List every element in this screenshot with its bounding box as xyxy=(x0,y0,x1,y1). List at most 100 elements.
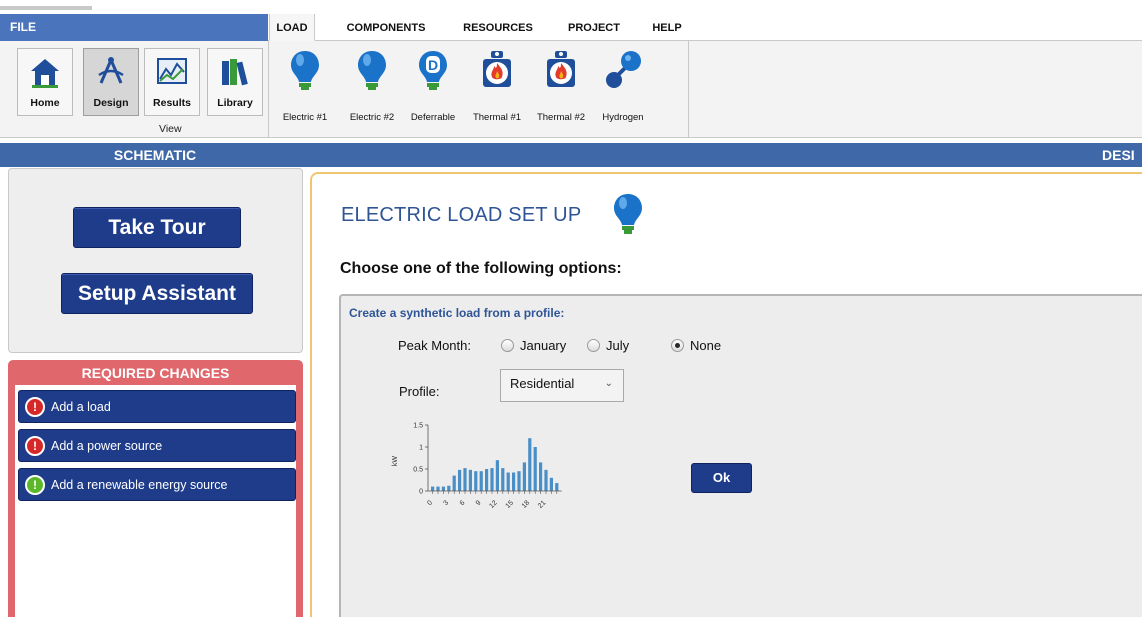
chart-bar xyxy=(501,468,505,491)
chart-bar xyxy=(544,469,548,491)
electric-1-label: Electric #1 xyxy=(282,112,328,123)
design-button[interactable]: Design xyxy=(83,48,139,116)
profile-dropdown[interactable]: Residential ⌄ xyxy=(500,369,624,402)
required-changes-panel: REQUIRED CHANGES ! Add a load ! Add a po… xyxy=(8,360,303,617)
thermal-1-button[interactable]: Thermal #1 xyxy=(467,43,527,133)
home-icon xyxy=(31,59,59,88)
electric-1-button[interactable]: Electric #1 xyxy=(277,43,333,133)
lightbulb-icon xyxy=(291,51,319,90)
chart-x-tick-label: 21 xyxy=(537,499,548,510)
chart-bar xyxy=(549,477,553,491)
page-title: ELECTRIC LOAD SET UP xyxy=(341,204,582,226)
design-title: DESI xyxy=(1102,147,1135,163)
peak-month-july-radio[interactable]: July xyxy=(587,338,629,353)
section-header-bar: SCHEMATIC DESI xyxy=(0,143,1142,167)
library-button[interactable]: Library xyxy=(207,48,263,116)
chart-bar xyxy=(539,462,543,491)
chart-x-tick-label: 15 xyxy=(505,499,516,510)
radio-label: July xyxy=(606,338,630,353)
load-profile-chart: 0 0.5 1 1.5 kW 0 3 6 9 12 15 18 21 xyxy=(392,423,562,510)
deferrable-bulb-icon: D xyxy=(419,51,447,90)
chart-x-tick-label: 18 xyxy=(521,499,532,510)
chart-bar xyxy=(458,469,462,491)
chart-bar xyxy=(468,469,472,491)
menu-tab-bar: FILE LOAD COMPONENTS RESOURCES PROJECT H… xyxy=(0,14,1142,41)
chart-y-tick-label: 0 xyxy=(419,489,423,496)
chart-y-axis-label: kW xyxy=(392,456,399,467)
svg-text:D: D xyxy=(428,57,438,73)
tab-components[interactable]: COMPONENTS xyxy=(340,14,432,41)
synthetic-load-box: Create a synthetic load from a profile: … xyxy=(339,294,1142,617)
hydrogen-button[interactable]: Hydrogen xyxy=(595,43,651,133)
options-subtitle: Choose one of the following options: xyxy=(340,260,622,277)
required-change-label: Add a renewable energy source xyxy=(51,478,228,492)
error-alert-icon: ! xyxy=(25,436,45,456)
radio-button-icon xyxy=(587,339,600,352)
design-button-label: Design xyxy=(93,97,129,109)
required-change-label: Add a load xyxy=(51,400,111,414)
chart-x-tick-label: 0 xyxy=(426,499,434,507)
home-button-label: Home xyxy=(30,97,60,109)
chart-bar xyxy=(485,469,489,491)
thermal-flame-icon xyxy=(547,51,575,87)
chart-y-tick-label: 0.5 xyxy=(413,467,423,474)
chart-bar xyxy=(517,471,521,491)
required-change-label: Add a power source xyxy=(51,439,163,453)
library-books-icon xyxy=(222,59,248,86)
required-change-add-power-source[interactable]: ! Add a power source xyxy=(18,429,296,462)
chart-x-tick-label: 6 xyxy=(459,499,467,507)
chart-bar xyxy=(447,485,451,491)
deferrable-button[interactable]: D Deferrable xyxy=(405,43,461,133)
chart-y-tick-label: 1.5 xyxy=(413,423,423,430)
peak-month-january-radio[interactable]: January xyxy=(501,338,566,353)
tab-help[interactable]: HELP xyxy=(645,14,689,41)
chart-bar xyxy=(495,460,499,491)
chart-bar xyxy=(441,486,445,491)
chart-bar xyxy=(436,486,440,491)
chart-x-tick-label: 12 xyxy=(488,499,499,510)
library-button-label: Library xyxy=(217,97,253,109)
tab-project[interactable]: PROJECT xyxy=(562,14,626,41)
required-change-add-renewable[interactable]: ! Add a renewable energy source xyxy=(18,468,296,501)
chart-bar xyxy=(452,475,456,491)
chart-bar xyxy=(463,468,467,491)
tab-load[interactable]: LOAD xyxy=(269,14,315,41)
view-group-label: View xyxy=(159,123,182,135)
thermal-flame-icon xyxy=(483,51,511,87)
lightbulb-icon xyxy=(358,51,386,90)
load-ribbon-group: Electric #1 Electric #2 D Deferrable The… xyxy=(269,41,689,137)
chart-bar xyxy=(431,486,435,491)
thermal-2-button[interactable]: Thermal #2 xyxy=(531,43,591,133)
design-main-panel: ELECTRIC LOAD SET UP Choose one of the f… xyxy=(310,172,1142,617)
lightbulb-icon xyxy=(614,194,642,234)
radio-label: None xyxy=(690,338,722,353)
file-menu-tab[interactable]: FILE xyxy=(0,14,268,41)
ok-alert-icon: ! xyxy=(25,475,45,495)
schematic-title: SCHEMATIC xyxy=(113,147,197,163)
peak-month-label: Peak Month: xyxy=(398,338,471,353)
chart-bar xyxy=(479,471,483,491)
chart-bar xyxy=(474,471,478,491)
required-change-add-load[interactable]: ! Add a load xyxy=(18,390,296,423)
take-tour-button[interactable]: Take Tour xyxy=(73,207,241,248)
results-button[interactable]: Results xyxy=(144,48,200,116)
peak-month-none-radio[interactable]: None xyxy=(671,338,721,353)
required-changes-list: ! Add a load ! Add a power source ! Add … xyxy=(15,385,296,617)
radio-label: January xyxy=(520,338,567,353)
synthetic-load-heading: Create a synthetic load from a profile: xyxy=(349,306,565,320)
hydrogen-molecule-icon xyxy=(606,51,641,88)
profile-dropdown-value: Residential xyxy=(510,376,575,391)
chart-y-tick-label: 1 xyxy=(419,445,423,452)
tab-resources[interactable]: RESOURCES xyxy=(456,14,540,41)
results-button-label: Results xyxy=(153,97,191,109)
setup-assistant-button[interactable]: Setup Assistant xyxy=(61,273,253,314)
required-changes-title: REQUIRED CHANGES xyxy=(81,365,230,381)
radio-button-icon xyxy=(501,339,514,352)
electric-2-button[interactable]: Electric #2 xyxy=(343,43,401,133)
error-alert-icon: ! xyxy=(25,397,45,417)
chart-bar xyxy=(506,472,510,491)
home-button[interactable]: Home xyxy=(17,48,73,116)
hydrogen-label: Hydrogen xyxy=(602,112,644,123)
ok-button[interactable]: Ok xyxy=(691,463,752,493)
thermal-2-label: Thermal #2 xyxy=(536,112,586,123)
